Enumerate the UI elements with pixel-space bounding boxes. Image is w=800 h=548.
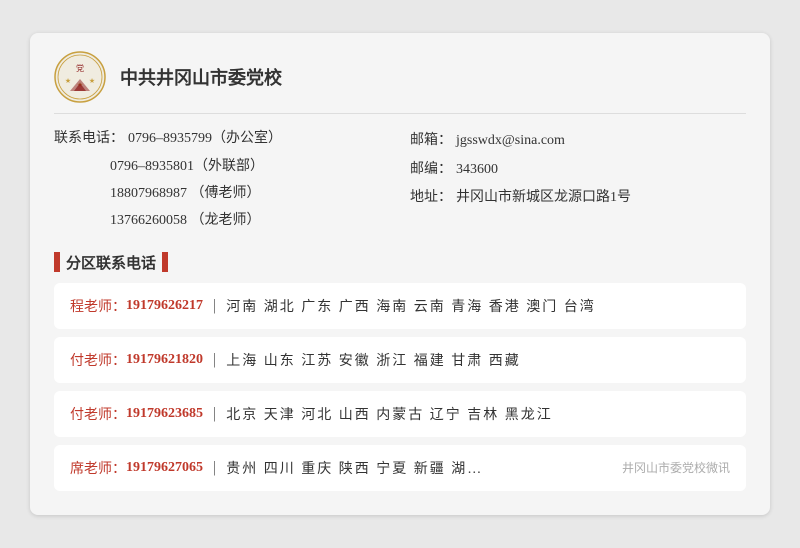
phone-row-1: 联系电话： 0796–8935799（办公室）	[54, 128, 390, 150]
watermark: 井冈山市委党校微讯	[622, 459, 730, 476]
phone-1: 0796–8935799（办公室）	[128, 128, 282, 150]
separator-2: |	[213, 405, 216, 423]
email-value: jgsswdx@sina.com	[456, 130, 565, 152]
main-card: 党 ★ ★ ★ 中共井冈山市委党校 联系电话： 0796–8935799（办公室…	[30, 33, 770, 515]
phone-row-2: 0796–8935801（外联部）	[110, 156, 390, 178]
org-name: 中共井冈山市委党校	[120, 64, 282, 90]
phone-row-4: 13766260058 （龙老师）	[110, 210, 390, 232]
email-row: 邮箱： jgsswdx@sina.com	[410, 130, 746, 152]
phone-3: 19179627065	[126, 460, 203, 476]
svg-text:★: ★	[65, 77, 71, 85]
separator-1: |	[213, 351, 216, 369]
areas-2: 北京 天津 河北 山西 内蒙古 辽宁 吉林 黑龙江	[226, 404, 553, 424]
phone-4: 13766260058 （龙老师）	[110, 210, 261, 232]
teacher-1: 付老师：	[70, 350, 126, 370]
areas-1: 上海 山东 江苏 安徽 浙江 福建 甘肃 西藏	[226, 350, 521, 370]
phone-3: 18807968987 （傅老师）	[110, 183, 261, 205]
divider-bar-left	[54, 252, 60, 272]
header: 党 ★ ★ ★ 中共井冈山市委党校	[54, 51, 746, 114]
region-list: 程老师： 19179626217 | 河南 湖北 广东 广西 海南 云南 青海 …	[54, 283, 746, 491]
region-row-3: 席老师： 19179627065 | 贵州 四川 重庆 陕西 宁夏 新疆 湖… …	[54, 445, 746, 491]
postcode-row: 邮编： 343600	[410, 159, 746, 181]
contact-right: 邮箱： jgsswdx@sina.com 邮编： 343600 地址： 井冈山市…	[410, 128, 746, 238]
postcode-value: 343600	[456, 159, 498, 181]
region-row-2: 付老师： 19179623685 | 北京 天津 河北 山西 内蒙古 辽宁 吉林…	[54, 391, 746, 437]
address-value: 井冈山市新城区龙源口路1号	[456, 187, 631, 209]
phone-2: 19179623685	[126, 406, 203, 422]
phone-2: 0796–8935801（外联部）	[110, 156, 264, 178]
postcode-label: 邮编：	[410, 159, 452, 181]
areas-0: 河南 湖北 广东 广西 海南 云南 青海 香港 澳门 台湾	[226, 296, 596, 316]
areas-3: 贵州 四川 重庆 陕西 宁夏 新疆 湖…	[226, 458, 483, 478]
svg-text:★: ★	[89, 77, 95, 85]
teacher-0: 程老师：	[70, 296, 126, 316]
svg-text:党: 党	[76, 63, 84, 73]
address-label: 地址：	[410, 187, 452, 209]
contact-left: 联系电话： 0796–8935799（办公室） 0796–8935801（外联部…	[54, 128, 390, 238]
separator-3: |	[213, 459, 216, 477]
teacher-2: 付老师：	[70, 404, 126, 424]
section-divider: 分区联系电话	[54, 252, 746, 273]
divider-bar-right	[162, 252, 168, 272]
teacher-3: 席老师：	[70, 458, 126, 478]
section-title: 分区联系电话	[66, 252, 156, 273]
email-label: 邮箱：	[410, 130, 452, 152]
region-row-1: 付老师： 19179621820 | 上海 山东 江苏 安徽 浙江 福建 甘肃 …	[54, 337, 746, 383]
phone-row-3: 18807968987 （傅老师）	[110, 183, 390, 205]
region-row-0: 程老师： 19179626217 | 河南 湖北 广东 广西 海南 云南 青海 …	[54, 283, 746, 329]
phone-0: 19179626217	[126, 298, 203, 314]
phone-1: 19179621820	[126, 352, 203, 368]
separator-0: |	[213, 297, 216, 315]
address-row: 地址： 井冈山市新城区龙源口路1号	[410, 187, 746, 209]
logo: 党 ★ ★ ★	[54, 51, 106, 103]
phone-label: 联系电话：	[54, 128, 124, 150]
contact-grid: 联系电话： 0796–8935799（办公室） 0796–8935801（外联部…	[54, 128, 746, 238]
